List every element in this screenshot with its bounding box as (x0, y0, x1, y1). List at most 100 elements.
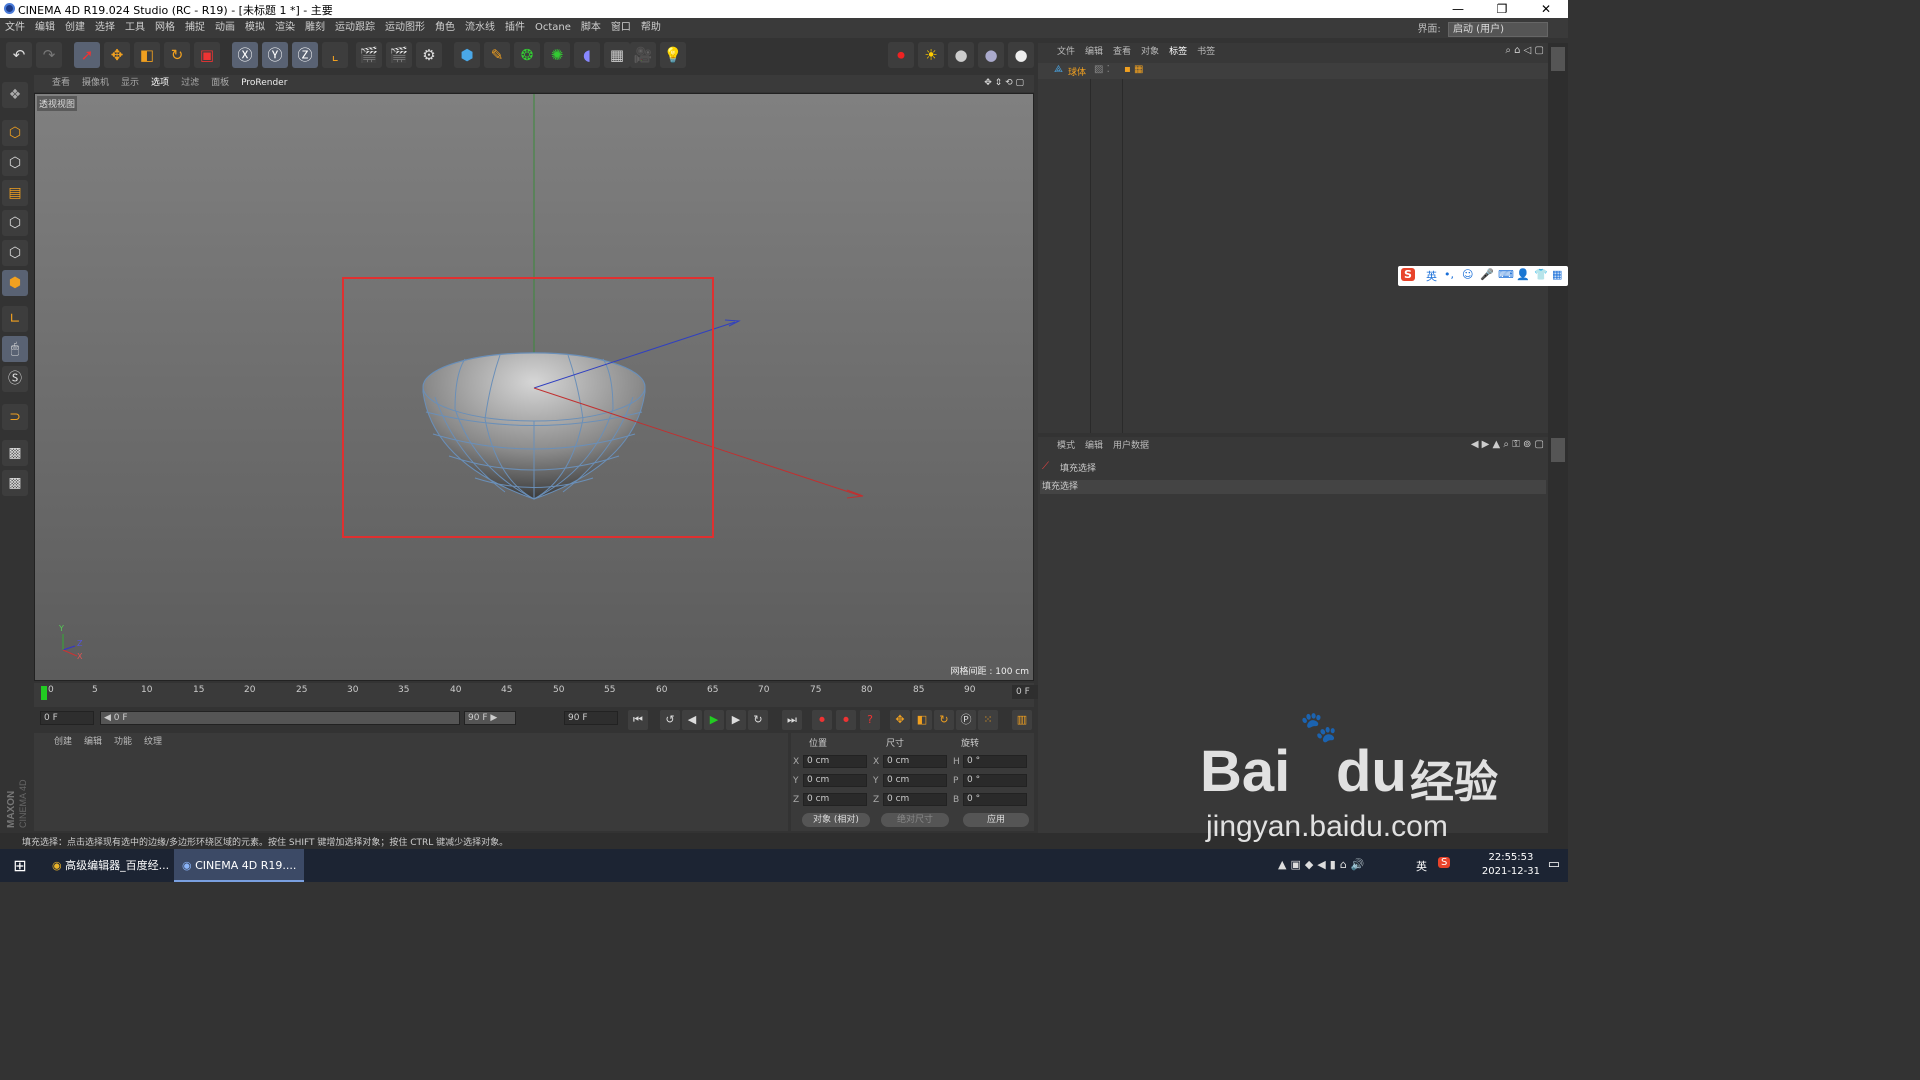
notification-icon[interactable]: ▭ (1548, 857, 1560, 872)
next-key-button[interactable]: ↻ (748, 710, 768, 730)
ime-voice-icon[interactable]: 🎤 (1480, 268, 1494, 281)
menu-mograph[interactable]: 运动图形 (380, 18, 430, 38)
viewport-menu-filter[interactable]: 过滤 (175, 75, 205, 92)
taskbar-chrome[interactable]: ◉ 高级编辑器_百度经... (44, 849, 172, 882)
menu-tools[interactable]: 工具 (120, 18, 150, 38)
taskbar-clock[interactable]: 22:55:53 2021-12-31 (1482, 851, 1540, 879)
snap-button[interactable]: ⊃ (2, 404, 28, 430)
move-tool-button[interactable]: ✥ (104, 42, 130, 68)
deformer-button[interactable]: ◖ (574, 42, 600, 68)
autokey-button[interactable]: ⏺ (836, 710, 856, 730)
size-z-field[interactable]: 0 cm (883, 793, 947, 806)
key-position-button[interactable]: ✥ (890, 710, 910, 730)
octane-material3-button[interactable]: ● (1008, 42, 1034, 68)
ime-keyboard-icon[interactable]: ⌨ (1498, 268, 1514, 281)
octane-light-button[interactable]: ☀ (918, 42, 944, 68)
goto-end-button[interactable]: ⏭ (782, 710, 802, 730)
next-frame-button[interactable]: ▶ (726, 710, 746, 730)
make-editable-button[interactable]: ❖ (2, 82, 28, 108)
range-slider-end[interactable]: 90 F ▶ (464, 711, 516, 725)
object-menu-view[interactable]: 查看 (1108, 43, 1136, 61)
maximize-button[interactable]: ❐ (1480, 0, 1524, 18)
y-axis-button[interactable]: Ⓨ (262, 42, 288, 68)
taskbar-cinema4d[interactable]: ◉ CINEMA 4D R19.... (174, 849, 304, 882)
tab-takes[interactable] (1551, 75, 1565, 95)
render-picture-viewer-button[interactable]: 🎬 (386, 42, 412, 68)
x-axis-button[interactable]: Ⓧ (232, 42, 258, 68)
tab-attributes[interactable] (1551, 438, 1565, 462)
goto-start-button[interactable]: ⏮ (628, 710, 648, 730)
menu-render[interactable]: 渲染 (270, 18, 300, 38)
texture-mode-button[interactable]: ⬡ (2, 150, 28, 176)
key-pla-button[interactable]: ⁙ (978, 710, 998, 730)
rot-h-field[interactable]: 0 ° (963, 755, 1027, 768)
undo-button[interactable]: ↶ (6, 42, 32, 68)
solo-button[interactable]: Ⓢ (2, 366, 28, 392)
viewport-menu-display[interactable]: 显示 (115, 75, 145, 92)
size-mode-select[interactable]: 绝对尺寸 (881, 813, 949, 827)
octane-render-button[interactable]: ⏺ (888, 42, 914, 68)
attribute-nav-icons[interactable]: ◀ ▶ ▲ ⌕ ⚿ ⊚ ▢ (1471, 439, 1544, 450)
start-frame-field[interactable]: 0 F (40, 711, 94, 725)
tab-layers[interactable] (1551, 465, 1565, 483)
rot-p-field[interactable]: 0 ° (963, 774, 1027, 787)
tab-structure[interactable] (1551, 153, 1565, 177)
menu-character[interactable]: 角色 (430, 18, 460, 38)
keyframe-selection-button[interactable]: ? (860, 710, 880, 730)
ime-skin-icon[interactable]: 👕 (1534, 268, 1548, 281)
z-axis-button[interactable]: Ⓩ (292, 42, 318, 68)
interface-layout-select[interactable]: 启动 (用户) (1448, 22, 1548, 37)
key-rotation-button[interactable]: ↻ (934, 710, 954, 730)
ime-punctuation-icon[interactable]: •, (1444, 268, 1454, 281)
menu-window[interactable]: 窗口 (606, 18, 636, 38)
planar-workplane-button[interactable]: ▩ (2, 470, 28, 496)
tab-objects[interactable] (1551, 47, 1565, 71)
ime-language-toggle[interactable]: 英 (1426, 268, 1437, 284)
key-parameter-button[interactable]: Ⓟ (956, 710, 976, 730)
object-panel-nav-icons[interactable]: ⌕ ⌂ ◁ ▢ (1505, 45, 1544, 56)
octane-material2-button[interactable]: ● (978, 42, 1004, 68)
tray-sogou-icon[interactable]: S (1438, 857, 1451, 868)
attribute-menu-user-data[interactable]: 用户数据 (1108, 437, 1154, 455)
timeline-window-button[interactable]: ▥ (1012, 710, 1032, 730)
pos-z-field[interactable]: 0 cm (803, 793, 867, 806)
tray-input-language[interactable]: 英 (1416, 858, 1427, 874)
close-button[interactable]: ✕ (1524, 0, 1568, 18)
live-selection-button[interactable]: ➚ (74, 42, 100, 68)
menu-plugins[interactable]: 插件 (500, 18, 530, 38)
playhead[interactable] (41, 686, 47, 700)
play-button[interactable]: ▶ (704, 710, 724, 730)
viewport-menu-options[interactable]: 选项 (145, 75, 175, 92)
lock-workplane-button[interactable]: ▩ (2, 440, 28, 466)
octane-material-button[interactable]: ● (948, 42, 974, 68)
ime-emoji-icon[interactable]: ☺ (1462, 268, 1473, 281)
selection-tag-icon[interactable]: ▪ ▦ (1124, 64, 1143, 75)
object-row[interactable]: ⟁ 球体 ▨ ⁚ ▪ ▦ (1038, 63, 1548, 79)
attribute-menu-mode[interactable]: 模式 (1052, 437, 1080, 455)
viewport-menu-panel[interactable]: 面板 (205, 75, 235, 92)
ime-user-icon[interactable]: 👤 (1516, 268, 1530, 281)
start-button[interactable]: ⊞ (0, 849, 40, 882)
light-button[interactable]: 💡 (660, 42, 686, 68)
menu-help[interactable]: 帮助 (636, 18, 666, 38)
render-view-button[interactable]: 🎬 (356, 42, 382, 68)
rotate-tool-button[interactable]: ↻ (164, 42, 190, 68)
pos-y-field[interactable]: 0 cm (803, 774, 867, 787)
object-menu-edit[interactable]: 编辑 (1080, 43, 1108, 61)
system-tray-icons[interactable]: ▲▣◆◀▮⌂🔊 (1278, 858, 1369, 871)
cube-object-button[interactable]: ⬢ (454, 42, 480, 68)
menu-create[interactable]: 创建 (60, 18, 90, 38)
menu-select[interactable]: 选择 (90, 18, 120, 38)
pos-x-field[interactable]: 0 cm (803, 755, 867, 768)
viewport-menu-cameras[interactable]: 摄像机 (76, 75, 115, 92)
coordinate-system-button[interactable]: ⌞ (322, 42, 348, 68)
workplane-mode-button[interactable]: ▤ (2, 180, 28, 206)
object-menu-objects[interactable]: 对象 (1136, 43, 1164, 61)
menu-simulate[interactable]: 模拟 (240, 18, 270, 38)
menu-script[interactable]: 脚本 (576, 18, 606, 38)
perspective-viewport[interactable]: 透视视图 Y Z X 网格间距: 100 cm (34, 93, 1034, 681)
viewport-menu-prorender[interactable]: ProRender (235, 75, 293, 92)
menu-edit[interactable]: 编辑 (30, 18, 60, 38)
object-menu-bookmarks[interactable]: 书签 (1192, 43, 1220, 61)
axis-mode-button[interactable]: ∟ (2, 306, 28, 332)
